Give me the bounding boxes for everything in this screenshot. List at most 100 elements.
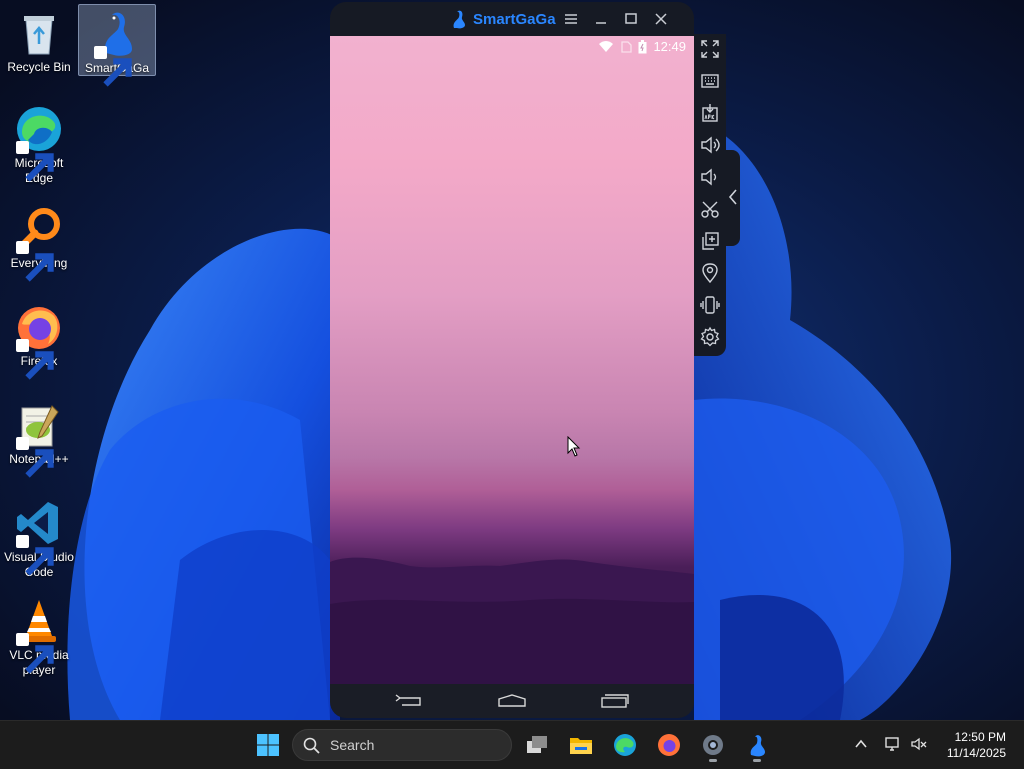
windows-taskbar: Search 12:50 PM 11/14/2025 [0,720,1024,769]
clock-date: 11/14/2025 [946,746,1006,760]
edge-icon [14,104,64,182]
smartgaga-emulator-window: SmartGaGa 12:49 [330,2,694,718]
minimize-button[interactable] [592,10,610,28]
maximize-icon [625,13,637,24]
mountain-silhouette [330,557,694,684]
smartgaga-logo-icon [453,10,465,29]
vlc-cone-icon [14,596,64,674]
recent-apps-button[interactable] [600,693,630,709]
status-time: 12:49 [653,39,686,54]
multi-instance-icon [702,232,719,250]
multi-instance-button[interactable] [699,230,721,252]
fullscreen-button[interactable] [699,38,721,60]
android-home-screen[interactable]: 12:49 [330,36,694,684]
volume-down-button[interactable] [699,166,721,188]
taskbar-task-view[interactable] [519,727,555,763]
maximize-button[interactable] [622,10,640,28]
apk-install-icon [702,104,718,122]
everything-icon [14,204,64,282]
emulator-titlebar[interactable]: SmartGaGa [330,2,694,36]
close-button[interactable] [652,10,670,28]
keyboard-button[interactable] [699,70,721,92]
search-label: Search [330,737,375,753]
home-button[interactable] [497,693,527,709]
smartgaga-icon [750,735,765,757]
back-icon [395,694,421,706]
shortcut-arrow-icon [16,437,54,478]
taskbar-file-explorer[interactable] [563,727,599,763]
install-apk-button[interactable] [699,102,721,124]
android-navigation-bar [330,684,694,718]
chevron-up-icon [855,739,867,748]
edge-icon [614,734,636,756]
gear-icon [700,326,720,347]
task-view-icon [527,736,547,753]
shortcut-arrow-icon [16,633,54,674]
show-hidden-icons-button[interactable] [852,735,870,753]
scissors-icon [701,201,719,218]
running-indicator [709,759,717,762]
shortcut-arrow-icon [16,339,54,380]
desktop-icon-visual-studio-code[interactable]: Visual Studio Code [1,494,77,580]
recycle-bin-icon [14,8,64,58]
running-indicator [753,759,761,762]
location-button[interactable] [699,262,721,284]
minimize-icon [596,22,606,24]
clock-time: 12:50 PM [954,730,1006,744]
network-icon [885,737,899,751]
windows-logo-icon [257,734,279,756]
screenshot-button[interactable] [699,198,721,220]
taskbar-settings[interactable] [695,727,731,763]
firefox-icon [14,302,64,380]
shortcut-arrow-icon [94,46,132,87]
emulator-title-text: SmartGaGa [473,10,556,28]
settings-button[interactable] [699,326,721,348]
fullscreen-icon [701,40,719,58]
menu-button[interactable] [562,10,580,28]
folder-icon [570,738,592,754]
start-button[interactable] [250,727,286,763]
desktop-icon-everything[interactable]: Everything [1,200,77,282]
taskbar-search-box[interactable]: Search [292,729,512,761]
desktop-icon-notepad-plus-plus[interactable]: Notepad++ [1,396,77,478]
volume-up-icon [701,136,720,154]
taskbar-firefox[interactable] [651,727,687,763]
taskbar-smartgaga[interactable] [739,727,775,763]
location-pin-icon [702,263,718,284]
gear-icon [703,735,723,755]
vscode-icon [14,498,64,576]
firefox-icon [658,734,680,756]
no-sim-icon [621,40,633,53]
wifi-icon [599,41,614,52]
shortcut-arrow-icon [16,241,54,282]
emulator-sidebar [694,34,726,356]
shake-button[interactable] [699,294,721,316]
network-tray-button[interactable] [884,735,902,753]
volume-down-icon [701,168,717,186]
shortcut-arrow-icon [16,535,54,576]
volume-up-button[interactable] [699,134,721,156]
shortcut-arrow-icon [16,141,54,182]
search-icon [303,737,320,754]
taskbar-clock[interactable]: 12:50 PM 11/14/2025 [947,729,1006,761]
volume-tray-button[interactable] [910,735,928,753]
shake-vibrate-icon [700,296,720,314]
volume-muted-icon [911,737,927,751]
desktop-icon-smartgaga[interactable]: SmartGaGa [78,4,156,87]
mouse-cursor-icon [567,436,581,457]
close-icon [655,13,667,25]
taskbar-edge[interactable] [607,727,643,763]
recent-apps-icon [601,694,629,708]
desktop-icon-firefox[interactable]: Firefox [1,298,77,380]
desktop-icon-recycle-bin[interactable]: Recycle Bin [1,4,77,75]
chevron-left-icon [728,189,737,205]
sidebar-collapse-button[interactable] [726,150,740,246]
hamburger-menu-icon [565,14,577,24]
android-status-bar: 12:49 [598,39,686,54]
desktop-icon-label: Recycle Bin [7,60,71,74]
battery-icon [638,39,647,53]
desktop-icon-microsoft-edge[interactable]: Microsoft Edge [1,100,77,186]
desktop-icon-vlc[interactable]: VLC media player [1,592,77,678]
back-button[interactable] [394,693,424,709]
keyboard-icon [701,74,719,88]
